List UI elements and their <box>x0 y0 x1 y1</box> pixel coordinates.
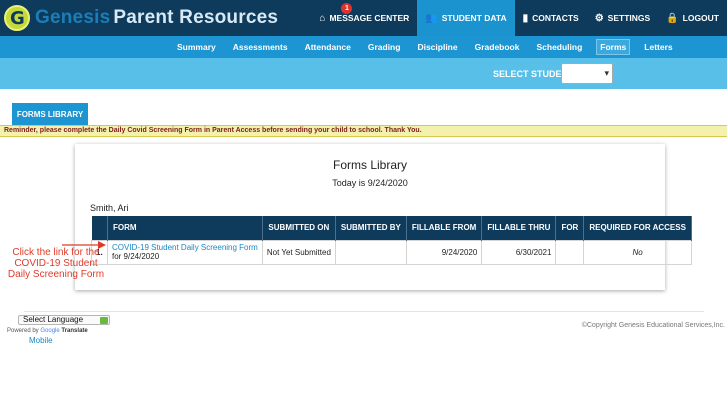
nav-label: MESSAGE CENTER <box>329 13 410 23</box>
forms-table: FORM SUBMITTED ON SUBMITTED BY FILLABLE … <box>91 216 692 265</box>
translate-label: Translate <box>61 328 88 334</box>
col-for: FOR <box>555 216 585 240</box>
submitted-on-cell: Not Yet Submitted <box>261 239 336 265</box>
subnav-gradebook[interactable]: Gradebook <box>472 40 523 54</box>
google-logo: Google <box>40 328 60 334</box>
student-name: Smith, Ari <box>90 203 129 213</box>
form-link[interactable]: COVID-19 Student Daily Screening Form <box>112 243 258 252</box>
tab-forms-library[interactable]: FORMS LIBRARY <box>12 103 88 125</box>
subnav-scheduling[interactable]: Scheduling <box>533 40 585 54</box>
nav-message-center[interactable]: ⌂ 1 MESSAGE CENTER <box>311 0 417 36</box>
powered-label: Powered by <box>7 328 39 334</box>
mobile-link[interactable]: Mobile <box>29 336 53 345</box>
col-required: REQUIRED FOR ACCESS <box>583 216 692 240</box>
lock-icon: 🔒 <box>666 12 679 24</box>
subnav-forms[interactable]: Forms <box>596 39 631 55</box>
sub-nav: Summary Assessments Attendance Grading D… <box>0 36 727 58</box>
table-row: 1. COVID-19 Student Daily Screening Form… <box>91 239 692 265</box>
copyright: ©Copyright Genesis Educational Services,… <box>581 322 725 329</box>
nav-student-data[interactable]: 👥 STUDENT DATA <box>417 0 515 36</box>
col-fillable-thru: FILLABLE THRU <box>481 216 557 240</box>
top-header: G Genesis Parent Resources ⌂ 1 MESSAGE CE… <box>0 0 727 36</box>
col-submitted-on: SUBMITTED ON <box>262 216 336 240</box>
brand-subtitle: Parent Resources <box>113 7 279 28</box>
dropdown-arrow-icon <box>100 317 108 324</box>
users-icon: 👥 <box>425 12 438 24</box>
nav-label: CONTACTS <box>532 13 579 23</box>
submitted-by-cell <box>334 239 407 265</box>
book-icon: ▮ <box>522 12 529 24</box>
gear-icon: ⚙ <box>594 12 604 24</box>
sub-nav-links: Summary Assessments Attendance Grading D… <box>174 36 687 58</box>
nav-label: LOGOUT <box>682 13 719 23</box>
subnav-attendance[interactable]: Attendance <box>302 40 354 54</box>
required-cell: No <box>583 239 692 265</box>
col-form: FORM <box>107 216 263 240</box>
nav-label: STUDENT DATA <box>441 13 507 23</box>
subnav-discipline[interactable]: Discipline <box>414 40 460 54</box>
nav-settings[interactable]: ⚙ SETTINGS <box>587 0 658 36</box>
brand-title: Genesis Parent Resources <box>35 7 278 29</box>
nav-label: SETTINGS <box>607 13 651 23</box>
form-date: for 9/24/2020 <box>112 252 160 261</box>
student-bar: SELECT STUDENT: <box>0 58 727 89</box>
page-title: Forms Library <box>332 158 407 172</box>
language-select[interactable]: Select Language <box>18 315 110 325</box>
home-icon: ⌂ <box>319 12 326 24</box>
col-fillable-from: FILLABLE FROM <box>406 216 483 240</box>
subnav-letters[interactable]: Letters <box>641 40 675 54</box>
subnav-assessments[interactable]: Assessments <box>230 40 291 54</box>
powered-by: Powered by Google Translate <box>7 328 88 334</box>
genesis-logo-icon[interactable]: G <box>4 5 30 31</box>
form-cell: COVID-19 Student Daily Screening Form fo… <box>107 239 263 265</box>
nav-contacts[interactable]: ▮ CONTACTS <box>515 0 587 36</box>
subnav-grading[interactable]: Grading <box>365 40 404 54</box>
col-num <box>91 216 108 240</box>
brand-name: Genesis <box>35 7 111 28</box>
footer-divider <box>24 311 704 312</box>
fillable-thru-cell: 6/30/2021 <box>481 239 557 265</box>
logo-letter: G <box>10 8 25 29</box>
student-select[interactable] <box>561 63 613 84</box>
for-cell <box>555 239 585 265</box>
top-nav: ⌂ 1 MESSAGE CENTER 👥 STUDENT DATA ▮ CONT… <box>311 0 727 36</box>
instruction-annotation: Click the link for the COVID-19 Student … <box>7 247 105 280</box>
nav-logout[interactable]: 🔒 LOGOUT <box>658 0 727 36</box>
fillable-from-cell: 9/24/2020 <box>405 239 483 265</box>
col-submitted-by: SUBMITTED BY <box>335 216 407 240</box>
reminder-banner: Reminder, please complete the Daily Covi… <box>0 125 727 137</box>
subnav-summary[interactable]: Summary <box>174 40 219 54</box>
today-date: Today is 9/24/2020 <box>332 178 408 188</box>
language-select-label: Select Language <box>23 315 84 324</box>
table-header-row: FORM SUBMITTED ON SUBMITTED BY FILLABLE … <box>91 216 692 240</box>
